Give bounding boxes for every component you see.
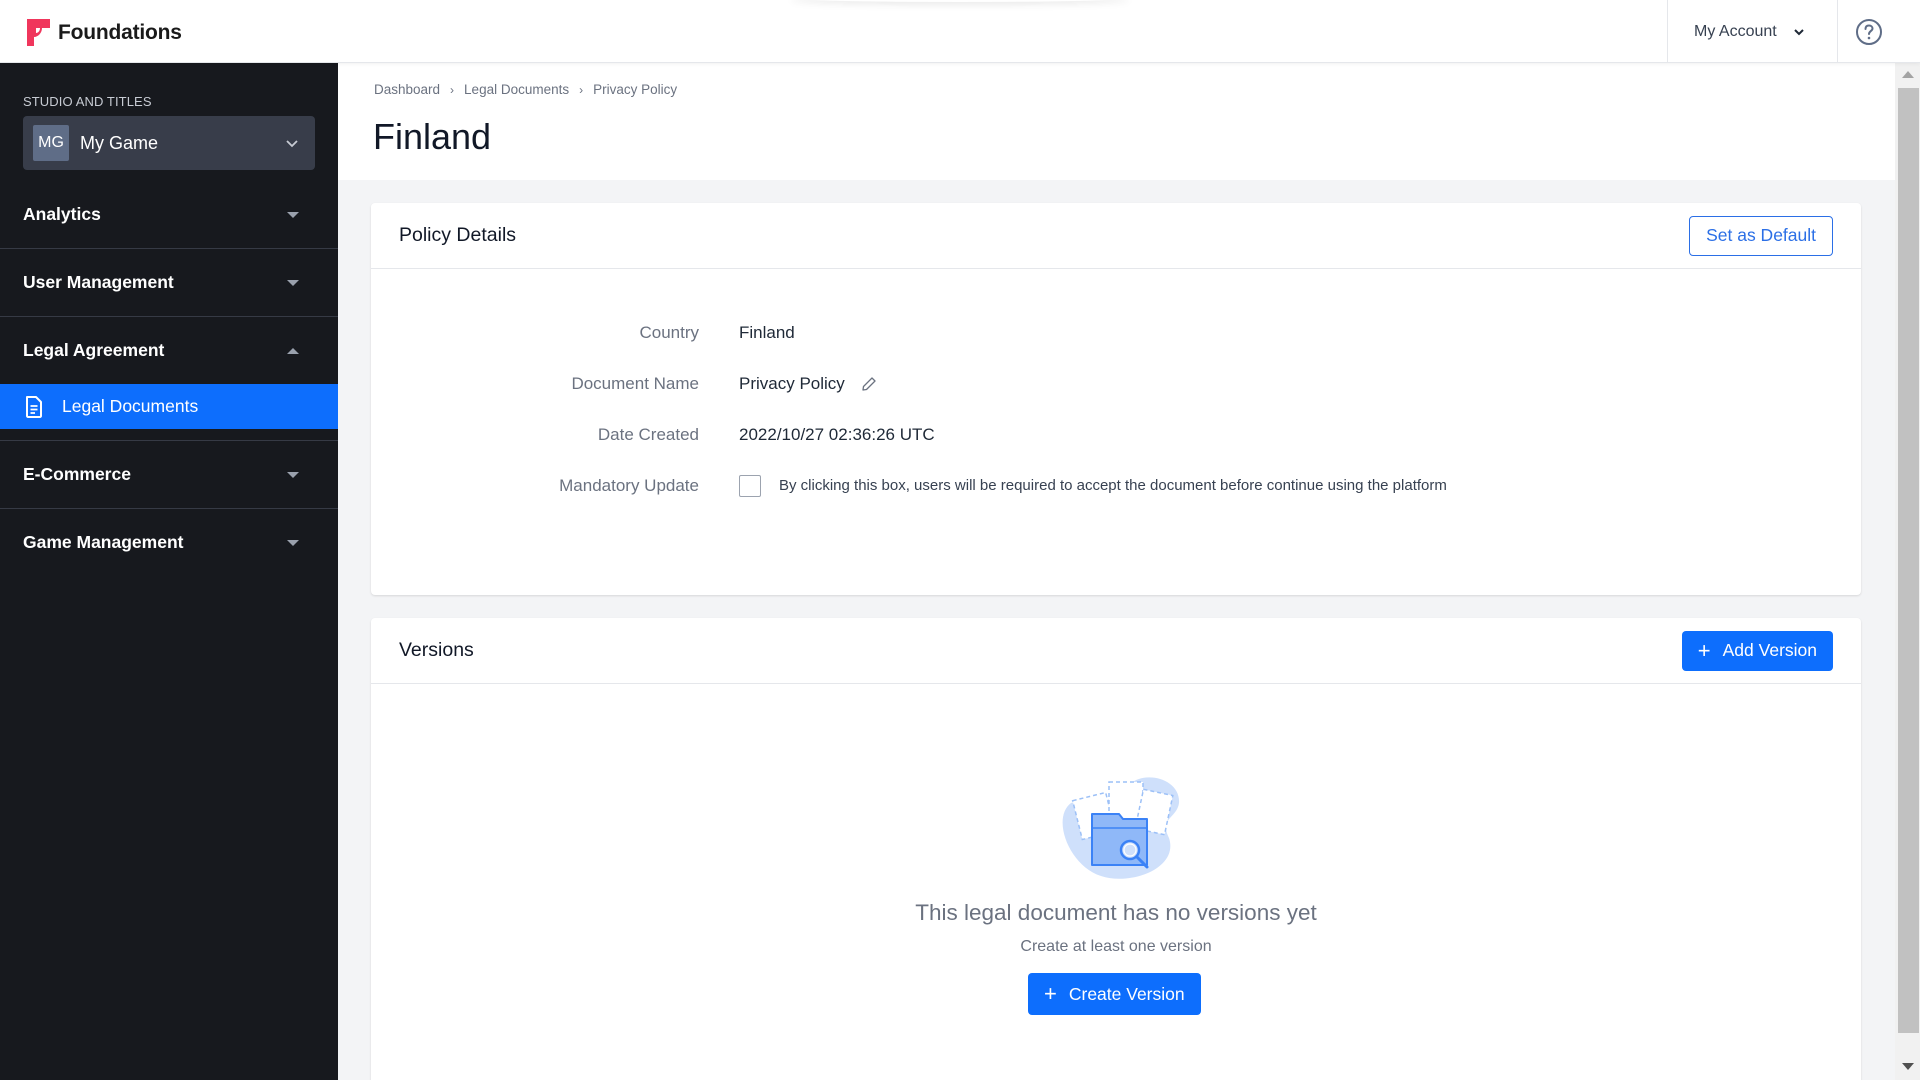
versions-empty-state: This legal document has no versions yet …	[371, 684, 1861, 1080]
scroll-down-arrow-icon[interactable]	[1902, 1063, 1914, 1070]
studio-selector[interactable]: MG My Game	[23, 116, 315, 170]
date-created-label: Date Created	[597, 424, 699, 444]
nav-item-game-management[interactable]: Game Management	[0, 509, 338, 576]
nav-subitem-label: Legal Documents	[62, 396, 199, 416]
empty-state-subtitle: Create at least one version	[1020, 938, 1212, 955]
breadcrumb-legal-documents[interactable]: Legal Documents	[464, 82, 569, 97]
scroll-up-arrow-icon[interactable]	[1902, 71, 1914, 78]
nav-item-label: Analytics	[23, 204, 101, 224]
empty-state-title: This legal document has no versions yet	[915, 900, 1317, 925]
add-version-label: Add Version	[1722, 640, 1817, 660]
empty-folder-search-icon	[1062, 777, 1180, 879]
help-icon[interactable]	[1855, 18, 1883, 46]
page-title: Finland	[373, 116, 492, 157]
caret-down-icon	[287, 539, 299, 546]
mandatory-update-checkbox[interactable]	[739, 474, 761, 497]
versions-card: Versions + Add Version This legal docume…	[371, 618, 1861, 1080]
brand-name: Foundations	[58, 20, 182, 44]
nav-group-analytics: Analytics	[0, 181, 338, 249]
document-name-label: Document Name	[571, 373, 699, 393]
mandatory-update-description: By clicking this box, users will be requ…	[779, 477, 1447, 494]
nav-item-user-management[interactable]: User Management	[0, 249, 338, 316]
sidebar-nav: Analytics User Management Legal Agreemen…	[0, 181, 338, 576]
page-header: Dashboard › Legal Documents › Privacy Po…	[338, 63, 1895, 180]
nav-item-label: Legal Agreement	[23, 340, 165, 360]
mandatory-update-label: Mandatory Update	[559, 475, 699, 495]
nav-subitem-legal-documents[interactable]: Legal Documents	[0, 384, 338, 429]
set-as-default-button[interactable]: Set as Default	[1689, 215, 1833, 256]
studio-section-label: STUDIO AND TITLES	[23, 94, 152, 109]
chevron-right-icon: ›	[450, 82, 455, 97]
document-name-value: Privacy Policy	[739, 373, 845, 393]
field-document-name: Document Name Privacy Policy	[371, 358, 1861, 409]
decorative-shadow	[790, 0, 1130, 2]
caret-up-icon	[287, 347, 299, 354]
country-label: Country	[639, 322, 699, 342]
create-version-label: Create Version	[1068, 983, 1185, 1004]
foundations-logo-icon	[27, 19, 50, 46]
caret-down-icon	[287, 211, 299, 218]
account-label: My Account	[1694, 22, 1777, 40]
breadcrumb: Dashboard › Legal Documents › Privacy Po…	[374, 82, 677, 97]
country-value: Finland	[739, 322, 795, 342]
document-icon	[26, 395, 42, 418]
policy-details-body: Country Finland Document Name Privacy Po…	[371, 269, 1861, 571]
mandatory-update-control: By clicking this box, users will be requ…	[739, 474, 1447, 497]
chevron-down-icon	[1793, 28, 1804, 35]
policy-details-title: Policy Details	[399, 224, 517, 246]
nav-group-user-management: User Management	[0, 249, 338, 317]
nav-group-legal-agreement: Legal Agreement Legal Documents	[0, 317, 338, 441]
add-version-button[interactable]: + Add Version	[1681, 630, 1833, 671]
nav-item-label: User Management	[23, 272, 174, 292]
field-date-created: Date Created 2022/10/27 02:36:26 UTC	[371, 409, 1861, 460]
create-version-button[interactable]: + Create Version	[1028, 973, 1201, 1015]
studio-name: My Game	[80, 132, 159, 153]
studio-avatar: MG	[33, 125, 69, 161]
document-name-value-wrap: Privacy Policy	[739, 374, 877, 394]
top-header: Foundations My Account	[0, 0, 1920, 63]
sidebar: STUDIO AND TITLES MG My Game Analytics U…	[0, 63, 338, 1080]
plus-icon: +	[1044, 981, 1057, 1006]
nav-item-label: Game Management	[23, 532, 184, 552]
plus-icon: +	[1697, 637, 1711, 663]
nav-item-label: E-Commerce	[23, 464, 131, 484]
chevron-right-icon: ›	[579, 82, 584, 97]
field-country: Country Finland	[371, 307, 1861, 358]
breadcrumb-privacy-policy: Privacy Policy	[593, 82, 678, 97]
brand-logo[interactable]: Foundations	[27, 19, 182, 46]
nav-item-e-commerce[interactable]: E-Commerce	[0, 441, 338, 508]
chevron-down-icon	[286, 140, 298, 148]
nav-item-legal-agreement[interactable]: Legal Agreement	[0, 317, 338, 384]
policy-details-card: Policy Details Set as Default Country Fi…	[371, 203, 1861, 595]
my-account-menu[interactable]: My Account	[1667, 0, 1838, 63]
date-created-value: 2022/10/27 02:36:26 UTC	[739, 424, 935, 444]
nav-group-e-commerce: E-Commerce	[0, 441, 338, 509]
caret-down-icon	[287, 279, 299, 286]
nav-item-analytics[interactable]: Analytics	[0, 181, 338, 248]
versions-header: Versions + Add Version	[371, 618, 1861, 684]
breadcrumb-dashboard[interactable]: Dashboard	[374, 82, 440, 97]
scrollbar-thumb[interactable]	[1898, 88, 1919, 1033]
nav-group-game-management: Game Management	[0, 509, 338, 576]
pencil-edit-icon[interactable]	[861, 376, 877, 392]
page-scrollbar[interactable]	[1895, 63, 1920, 1080]
policy-details-header: Policy Details Set as Default	[371, 203, 1861, 269]
caret-down-icon	[287, 471, 299, 478]
versions-title: Versions	[399, 639, 474, 661]
field-mandatory-update: Mandatory Update By clicking this box, u…	[371, 460, 1861, 511]
